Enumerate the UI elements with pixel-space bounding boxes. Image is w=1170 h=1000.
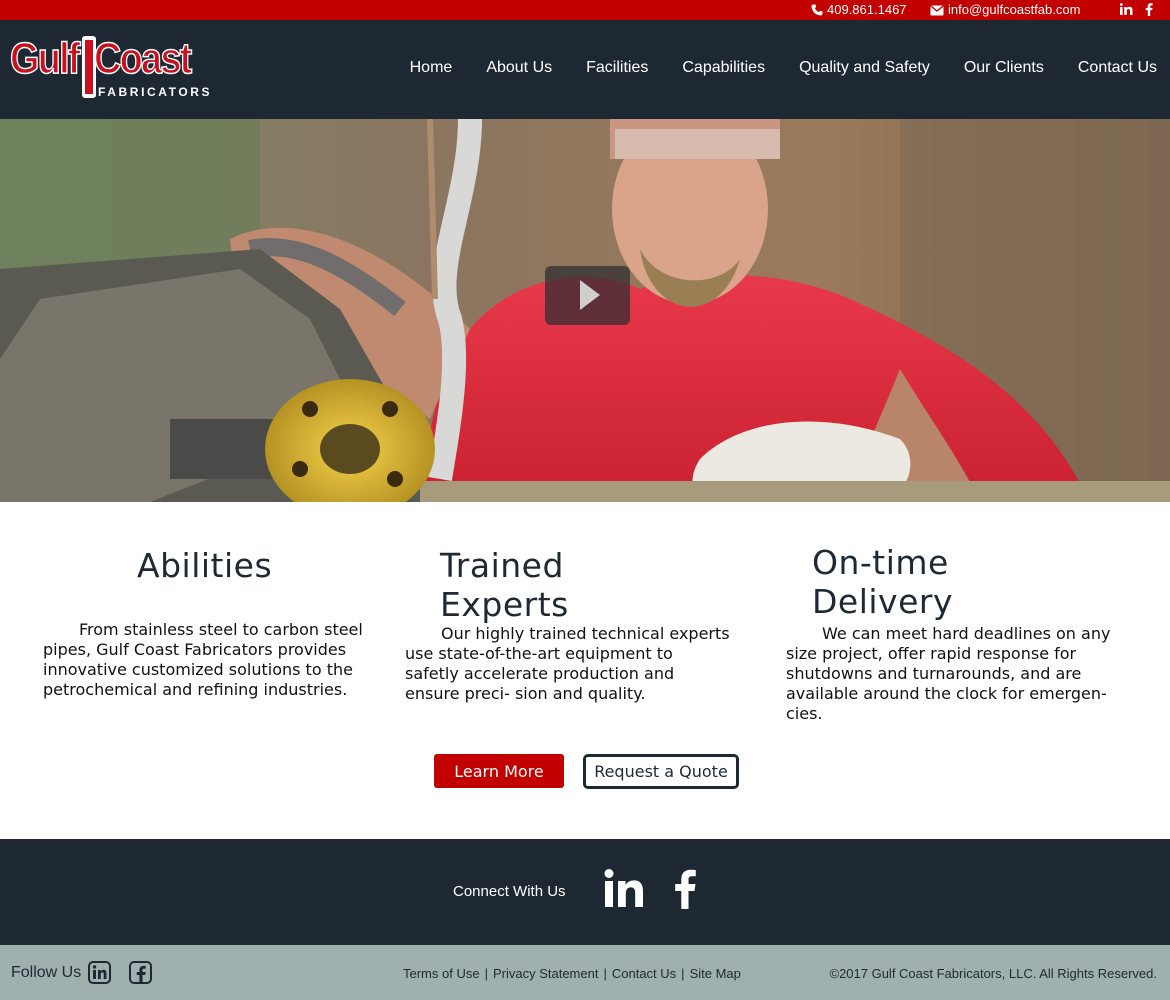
footer-separator: | (484, 966, 488, 981)
top-contact-bar: 409.861.1467 info@gulfcoastfab.com (0, 0, 1170, 20)
phone-number: 409.861.1467 (827, 2, 907, 17)
footer-separator: | (603, 966, 607, 981)
nav-item-home[interactable]: Home (410, 58, 453, 78)
logo-tagline: FABRICATORS (98, 85, 213, 99)
copyright-text: ©2017 Gulf Coast Fabricators, LLC. All R… (829, 966, 1157, 981)
connect-label: Connect With Us (453, 883, 566, 900)
footer-separator: | (681, 966, 685, 981)
email-link[interactable]: info@gulfcoastfab.com (930, 2, 1080, 18)
hero-video[interactable] (0, 119, 1170, 502)
request-quote-button[interactable]: Request a Quote (583, 754, 739, 789)
nav-item-contact-us[interactable]: Contact Us (1078, 58, 1157, 78)
footer-link-privacy[interactable]: Privacy Statement (493, 966, 599, 981)
facebook-icon (1145, 3, 1153, 16)
footer-links: Terms of Use | Privacy Statement | Conta… (403, 966, 741, 981)
nav-item-about-us[interactable]: About Us (486, 58, 552, 78)
site-header: Gulf Coast FABRICATORS Home About Us Fac… (0, 20, 1170, 119)
linkedin-icon (1120, 3, 1133, 15)
footer-facebook-link[interactable] (129, 961, 152, 989)
video-play-button[interactable] (545, 266, 630, 325)
site-logo[interactable]: Gulf Coast FABRICATORS (9, 33, 213, 102)
footer-link-sitemap[interactable]: Site Map (690, 966, 741, 981)
site-footer: Follow Us Terms of Use | Privacy Stateme… (0, 945, 1170, 1000)
footer-link-terms[interactable]: Terms of Use (403, 966, 480, 981)
footer-link-contact[interactable]: Contact Us (612, 966, 676, 981)
feature-title: Trained Experts (440, 546, 569, 624)
linkedin-square-icon (88, 961, 111, 984)
nav-item-capabilities[interactable]: Capabilities (682, 58, 765, 78)
feature-title: Abilities (137, 546, 273, 585)
facebook-square-icon (129, 961, 152, 984)
feature-text: We can meet hard deadlines on any size p… (786, 624, 1111, 723)
feature-title: On-time Delivery (812, 543, 953, 621)
connect-facebook-link[interactable] (673, 869, 697, 914)
logo-word-coast: Coast (93, 33, 193, 84)
email-address: info@gulfcoastfab.com (948, 2, 1081, 17)
topbar-facebook-link[interactable] (1145, 3, 1153, 16)
main-nav: Home About Us Facilities Capabilities Qu… (376, 58, 1157, 78)
feature-text: From stainless steel to carbon steel pip… (43, 620, 363, 699)
connect-linkedin-link[interactable] (604, 869, 644, 912)
facebook-icon (675, 869, 696, 909)
nav-item-our-clients[interactable]: Our Clients (964, 58, 1044, 78)
feature-text: Our highly trained technical experts use… (405, 624, 730, 703)
topbar-linkedin-link[interactable] (1120, 3, 1133, 15)
linkedin-icon (604, 869, 643, 907)
learn-more-button[interactable]: Learn More (434, 754, 564, 788)
phone-link[interactable]: 409.861.1467 (811, 2, 907, 18)
nav-item-quality-and-safety[interactable]: Quality and Safety (799, 58, 930, 78)
nav-item-facilities[interactable]: Facilities (586, 58, 648, 78)
connect-section: Connect With Us (0, 839, 1170, 945)
envelope-icon (930, 4, 944, 15)
logo-word-gulf: Gulf (9, 33, 81, 84)
follow-us-label: Follow Us (11, 964, 82, 981)
phone-icon (811, 4, 823, 16)
footer-linkedin-link[interactable] (88, 961, 111, 989)
